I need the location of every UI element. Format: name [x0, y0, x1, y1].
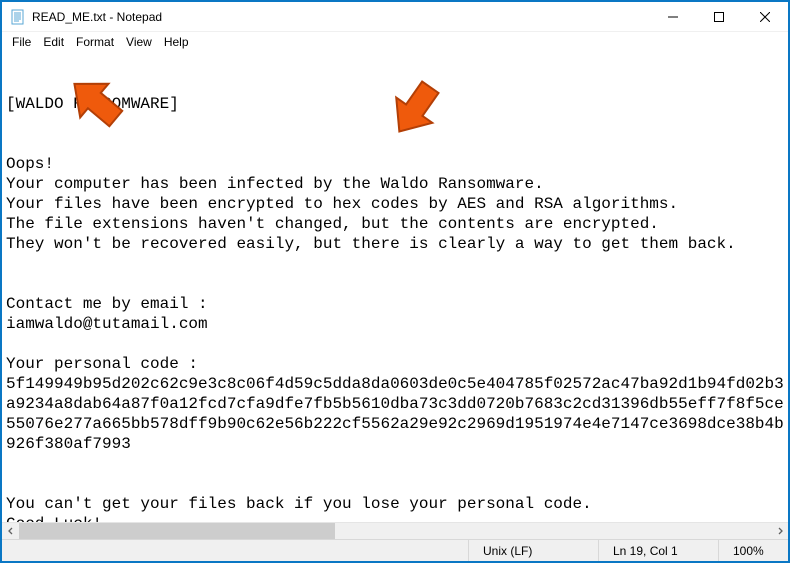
minimize-button[interactable] [650, 2, 696, 32]
scrollbar-thumb[interactable] [19, 523, 335, 539]
horizontal-scrollbar[interactable] [2, 522, 788, 539]
notepad-icon [10, 9, 26, 25]
menu-view[interactable]: View [120, 34, 158, 50]
menu-help[interactable]: Help [158, 34, 195, 50]
maximize-button[interactable] [696, 2, 742, 32]
menu-file[interactable]: File [6, 34, 37, 50]
window-title: READ_ME.txt - Notepad [32, 10, 162, 24]
menu-edit[interactable]: Edit [37, 34, 70, 50]
titlebar[interactable]: READ_ME.txt - Notepad [2, 2, 788, 32]
close-button[interactable] [742, 2, 788, 32]
document-content[interactable]: [WALDO RANSOMWARE] Oops! Your computer h… [6, 94, 784, 522]
text-editor[interactable]: [WALDO RANSOMWARE] Oops! Your computer h… [2, 52, 788, 522]
menu-format[interactable]: Format [70, 34, 120, 50]
menubar: File Edit Format View Help [2, 32, 788, 52]
status-zoom: 100% [718, 540, 788, 561]
notepad-window: READ_ME.txt - Notepad File Edit Format V… [2, 2, 788, 561]
scrollbar-track[interactable] [19, 523, 771, 539]
scroll-right-button[interactable] [771, 523, 788, 539]
status-encoding: Unix (LF) [468, 540, 598, 561]
statusbar: Unix (LF) Ln 19, Col 1 100% [2, 539, 788, 561]
status-cursor-position: Ln 19, Col 1 [598, 540, 718, 561]
scroll-left-button[interactable] [2, 523, 19, 539]
